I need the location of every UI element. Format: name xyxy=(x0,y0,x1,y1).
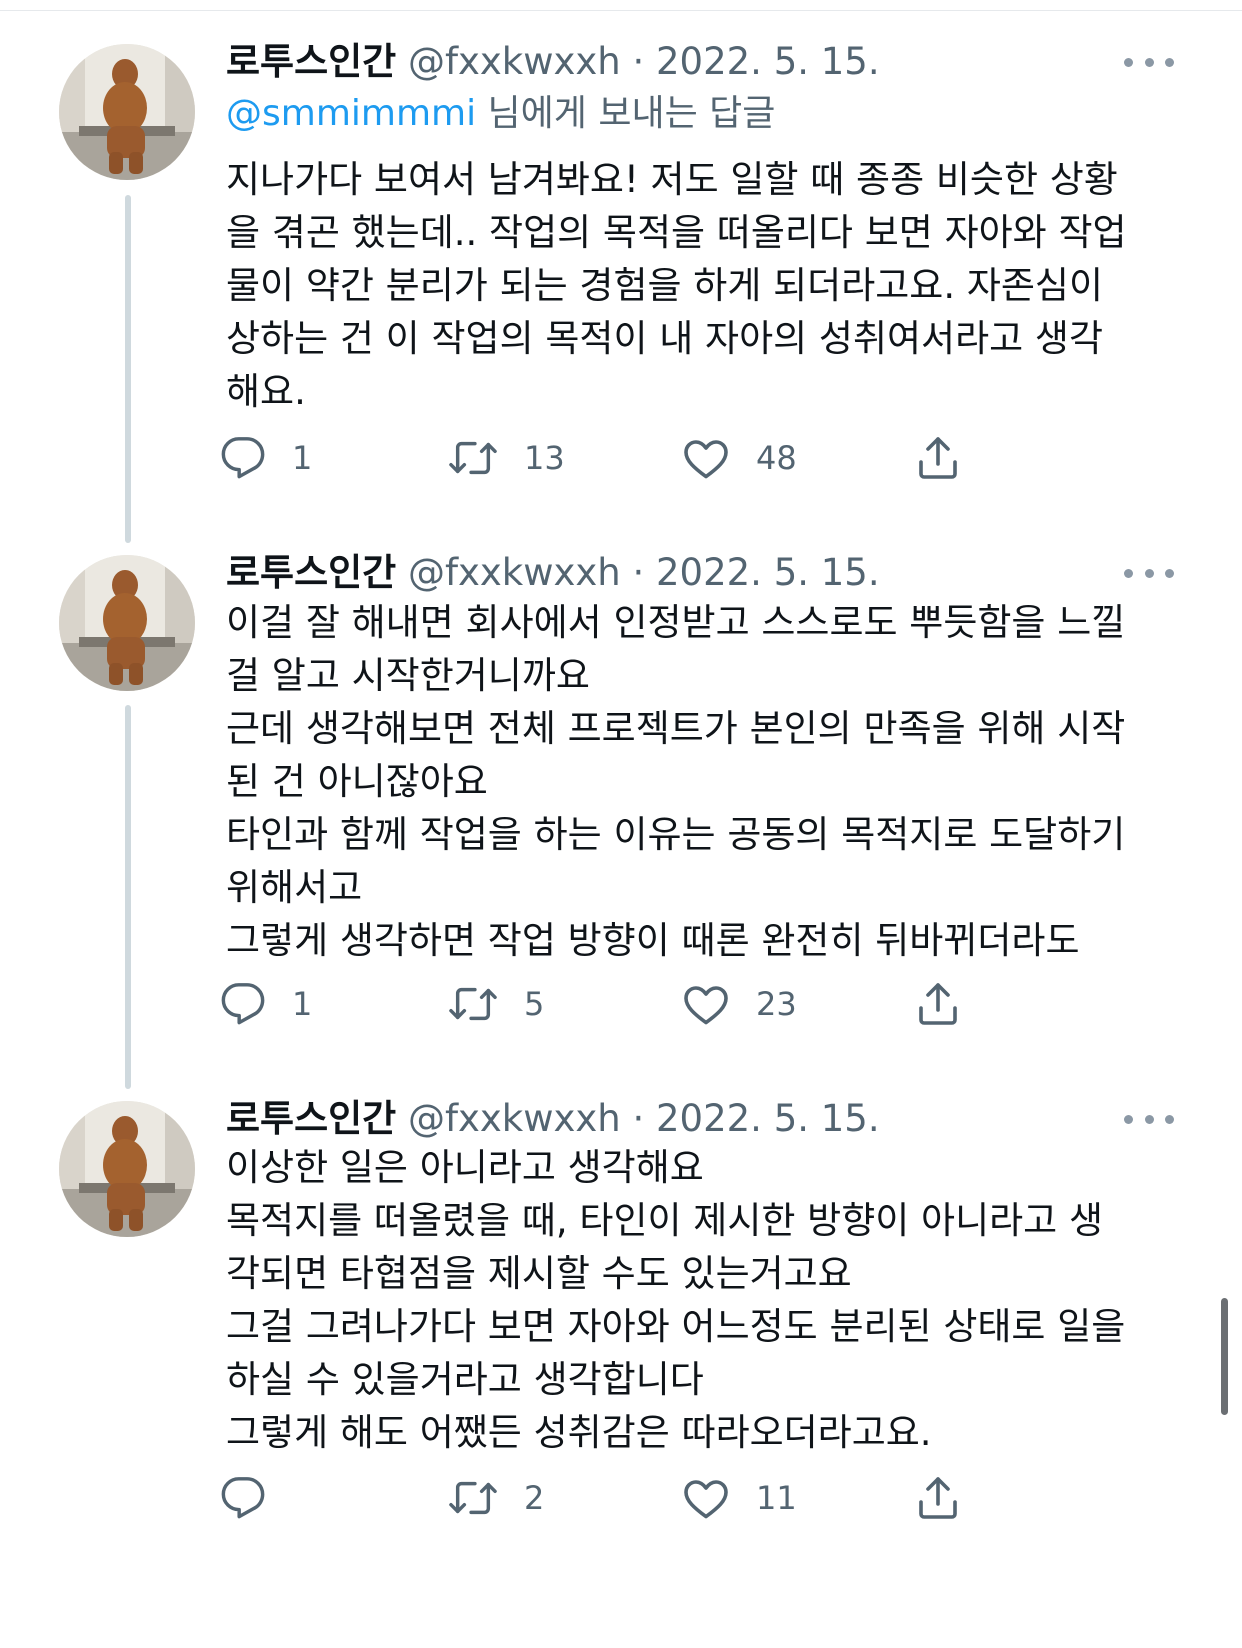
tweet-text-line: 하실 수 있을거라고 생각합니다 xyxy=(226,1358,704,1401)
tweet-actions: 1 13 48 xyxy=(221,431,1006,485)
avatar[interactable] xyxy=(59,44,195,180)
reply-button[interactable]: 1 xyxy=(220,977,312,1031)
retweet-button[interactable]: 5 xyxy=(448,977,544,1031)
avatar-image xyxy=(59,555,195,691)
share-button[interactable] xyxy=(914,1471,962,1525)
author-handle[interactable]: @fxxkwxxh xyxy=(408,40,621,83)
reply-icon xyxy=(221,983,265,1025)
more-icon[interactable] xyxy=(1124,563,1174,583)
tweet-date[interactable]: 2022. 5. 15. xyxy=(656,40,880,83)
reply-count: 1 xyxy=(292,985,313,1023)
reply-icon xyxy=(221,1477,265,1519)
tweet-text-line: 걸 알고 시작한거니까요 xyxy=(226,654,590,697)
share-icon xyxy=(919,1477,957,1519)
tweet-text-line: 지나가다 보여서 남겨봐요! 저도 일할 때 종종 비슷한 상황 xyxy=(226,158,1118,201)
like-count: 11 xyxy=(756,1479,797,1517)
avatar-image xyxy=(59,44,195,180)
author-handle[interactable]: @fxxkwxxh xyxy=(408,551,621,594)
like-icon xyxy=(684,986,728,1025)
tweet-text: 지나가다 보여서 남겨봐요! 저도 일할 때 종종 비슷한 상황 을 겪곤 했는… xyxy=(226,153,1176,418)
retweet-count: 13 xyxy=(524,439,565,477)
tweet-text-line: 목적지를 떠올렸을 때, 타인이 제시한 방향이 아니라고 생 xyxy=(226,1199,1104,1242)
avatar[interactable] xyxy=(59,555,195,691)
top-divider xyxy=(0,0,1242,11)
more-icon[interactable] xyxy=(1124,1109,1174,1129)
tweet-text-line: 된 건 아니잖아요 xyxy=(226,760,488,803)
avatar[interactable] xyxy=(59,1101,195,1237)
tweet-text-line: 위해서고 xyxy=(226,866,363,909)
reply-count: 1 xyxy=(292,439,313,477)
retweet-icon xyxy=(449,1481,497,1515)
reply-mention[interactable]: @smmimmmi xyxy=(226,93,476,134)
tweet-text-line: 물이 약간 분리가 되는 경험을 하게 되더라고요. 자존심이 xyxy=(226,264,1104,307)
author-handle[interactable]: @fxxkwxxh xyxy=(408,1097,621,1140)
retweet-icon xyxy=(449,441,497,475)
tweet-text-line: 이걸 잘 해내면 회사에서 인정받고 스스로도 뿌듯함을 느낄 xyxy=(226,601,1126,644)
reply-context-text: 님에게 보내는 답글 xyxy=(476,93,776,134)
tweet-date[interactable]: 2022. 5. 15. xyxy=(656,1097,880,1140)
author-name[interactable]: 로투스인간 xyxy=(226,551,396,594)
separator-dot: · xyxy=(632,40,645,83)
like-icon xyxy=(684,1480,728,1519)
more-icon[interactable] xyxy=(1124,52,1174,72)
like-count: 23 xyxy=(756,985,797,1023)
tweet-text-line: 그렇게 생각하면 작업 방향이 때론 완전히 뒤바뀌더라도 xyxy=(226,919,1080,962)
scrollbar[interactable] xyxy=(1221,1298,1228,1415)
reply-button[interactable] xyxy=(220,1471,292,1525)
retweet-button[interactable]: 13 xyxy=(448,431,565,485)
tweet-header: 로투스인간 @fxxkwxxh · 2022. 5. 15. xyxy=(226,1094,880,1144)
share-icon xyxy=(919,983,957,1025)
retweet-count: 2 xyxy=(524,1479,545,1517)
like-icon xyxy=(684,440,728,479)
tweet-text-line: 이상한 일은 아니라고 생각해요 xyxy=(226,1146,704,1189)
reply-button[interactable]: 1 xyxy=(220,431,312,485)
author-name[interactable]: 로투스인간 xyxy=(226,40,396,83)
tweet-text-line: 을 겪곤 했는데.. 작업의 목적을 떠올리다 보면 자아와 작업 xyxy=(226,211,1127,254)
like-count: 48 xyxy=(756,439,797,477)
tweet-actions: 2 11 xyxy=(221,1471,1006,1525)
tweet-text-line: 각되면 타협점을 제시할 수도 있는거고요 xyxy=(226,1252,852,1295)
thread-line xyxy=(125,195,131,543)
tweet-text-line: 해요. xyxy=(226,370,306,413)
tweet-text-line: 그렇게 해도 어쨌든 성취감은 따라오더라고요. xyxy=(226,1411,932,1454)
reply-context: @smmimmmi 님에게 보내는 답글 xyxy=(226,89,775,139)
thread-line xyxy=(125,705,131,1089)
tweet-text-line: 타인과 함께 작업을 하는 이유는 공동의 목적지로 도달하기 xyxy=(226,813,1126,856)
like-button[interactable]: 48 xyxy=(682,431,797,485)
reply-icon xyxy=(221,437,265,479)
share-button[interactable] xyxy=(914,977,962,1031)
share-icon xyxy=(919,437,957,479)
tweet-text-line: 그걸 그려나가다 보면 자아와 어느정도 분리된 상태로 일을 xyxy=(226,1305,1126,1348)
share-button[interactable] xyxy=(914,431,962,485)
tweet-header: 로투스인간 @fxxkwxxh · 2022. 5. 15. xyxy=(226,548,880,598)
retweet-icon xyxy=(449,987,497,1021)
tweet-text-line: 상하는 건 이 작업의 목적이 내 자아의 성취여서라고 생각 xyxy=(226,317,1104,360)
retweet-count: 5 xyxy=(524,985,545,1023)
avatar-image xyxy=(59,1101,195,1237)
tweet-header: 로투스인간 @fxxkwxxh · 2022. 5. 15. xyxy=(226,37,880,87)
author-name[interactable]: 로투스인간 xyxy=(226,1097,396,1140)
tweet-date[interactable]: 2022. 5. 15. xyxy=(656,551,880,594)
tweet-text: 이걸 잘 해내면 회사에서 인정받고 스스로도 뿌듯함을 느낄 걸 알고 시작한… xyxy=(226,596,1176,967)
tweet-actions: 1 5 23 xyxy=(221,977,1006,1031)
separator-dot: · xyxy=(632,551,645,594)
like-button[interactable]: 11 xyxy=(682,1471,797,1525)
retweet-button[interactable]: 2 xyxy=(448,1471,544,1525)
like-button[interactable]: 23 xyxy=(682,977,797,1031)
tweet-text: 이상한 일은 아니라고 생각해요 목적지를 떠올렸을 때, 타인이 제시한 방향… xyxy=(226,1141,1176,1459)
tweet-text-line: 근데 생각해보면 전체 프로젝트가 본인의 만족을 위해 시작 xyxy=(226,707,1126,750)
separator-dot: · xyxy=(632,1097,645,1140)
